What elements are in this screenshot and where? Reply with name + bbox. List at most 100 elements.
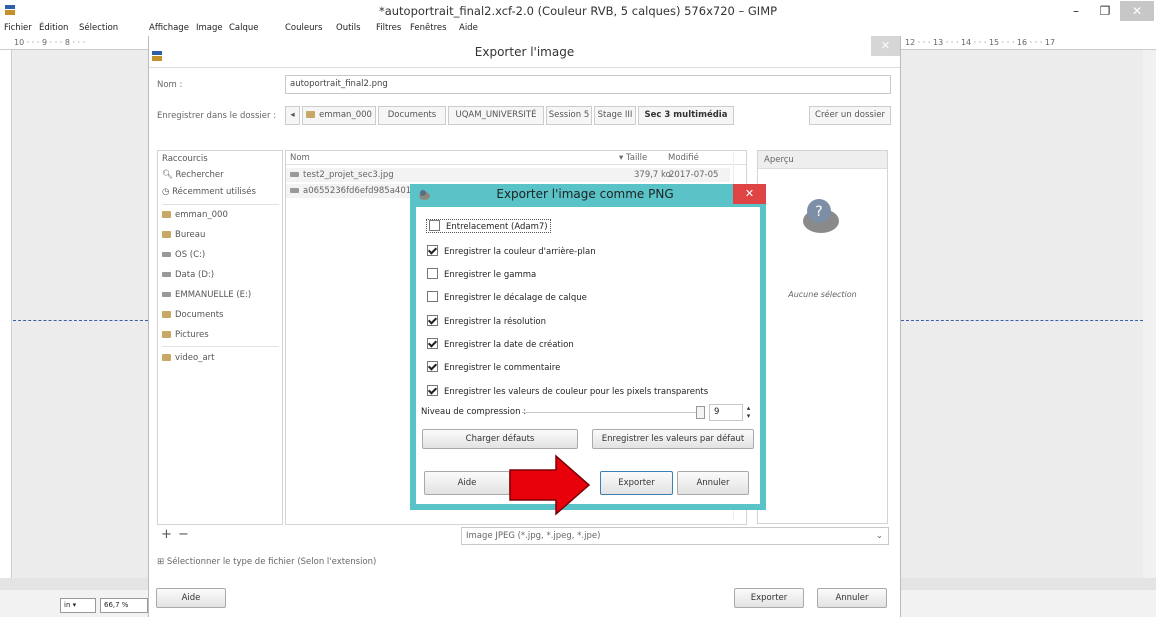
cancel-button[interactable]: Annuler <box>817 588 887 608</box>
place-documents[interactable]: Documents <box>162 310 223 320</box>
statusbar-right <box>901 590 1156 617</box>
option-gamma[interactable]: Enregistrer le gamma <box>427 268 536 280</box>
menu-aide[interactable]: Aide <box>459 23 478 33</box>
places-header: Raccourcis <box>162 154 208 164</box>
place-pictures[interactable]: Pictures <box>162 330 209 340</box>
window-title: *autoportrait_final2.xcf-2.0 (Couleur RV… <box>378 4 778 18</box>
close-button[interactable]: ✕ <box>1120 1 1154 21</box>
red-arrow-icon <box>509 454 591 516</box>
layer-offset-checkbox[interactable] <box>427 291 438 302</box>
option-transparent-pixels[interactable]: Enregistrer les valeurs de couleur pour … <box>427 385 708 397</box>
option-background-color[interactable]: Enregistrer la couleur d'arrière-plan <box>427 245 596 257</box>
load-defaults-button[interactable]: Charger défauts <box>422 429 578 449</box>
compression-slider-track[interactable] <box>522 412 700 413</box>
help-button[interactable]: Aide <box>156 588 226 608</box>
preview-pane: Aperçu ? Aucune sélection <box>757 150 888 524</box>
export-button[interactable]: Exporter <box>734 588 804 608</box>
comment-checkbox[interactable] <box>427 361 438 372</box>
file-row[interactable]: test2_projet_sec3.jpg 379,7 ko 2017-07-0… <box>286 168 730 182</box>
preview-header: Aperçu <box>764 155 794 165</box>
gamma-checkbox[interactable] <box>427 268 438 279</box>
interlace-checkbox[interactable] <box>429 220 440 231</box>
place-recents[interactable]: ◷ Récemment utilisés <box>162 187 256 197</box>
svg-text:?: ? <box>815 204 822 220</box>
preview-empty-text: Aucune sélection <box>788 290 857 299</box>
canvas-area-left[interactable] <box>13 50 148 578</box>
image-file-icon <box>290 172 299 177</box>
menu-couleurs[interactable]: Couleurs <box>285 23 322 33</box>
export-dialog-close-button[interactable]: ✕ <box>871 36 900 56</box>
menu-calque[interactable]: Calque <box>229 23 259 33</box>
column-size[interactable]: ▾ Taille <box>619 153 647 163</box>
place-rechercher[interactable]: 🔍︎ Rechercher <box>162 170 224 180</box>
compression-spinbutton[interactable]: 9 <box>709 404 743 421</box>
select-filetype-expander[interactable]: ⊞ Sélectionner le type de fichier (Selon… <box>157 557 376 567</box>
folder-label: Enregistrer dans le dossier : <box>157 111 277 121</box>
gimp-dialog-icon <box>419 190 430 200</box>
save-defaults-button[interactable]: Enregistrer les valeurs par défaut <box>592 429 754 449</box>
breadcrumb-sec3[interactable]: Sec 3 multimédia <box>638 106 734 125</box>
option-resolution[interactable]: Enregistrer la résolution <box>427 315 546 327</box>
filename-input[interactable]: autoportrait_final2.png <box>285 75 891 94</box>
file-modified: 2017-07-05 <box>669 170 719 180</box>
png-cancel-button[interactable]: Annuler <box>677 471 749 495</box>
png-help-button[interactable]: Aide <box>424 471 510 495</box>
compression-slider-handle[interactable] <box>696 406 705 419</box>
drive-icon <box>162 252 171 257</box>
place-os-c[interactable]: OS (C:) <box>162 250 205 260</box>
option-interlace[interactable]: Entrelacement (Adam7) <box>426 219 551 233</box>
column-modified[interactable]: Modifié <box>668 153 699 163</box>
breadcrumb-session5[interactable]: Session 5 <box>546 106 592 125</box>
window-titlebar: *autoportrait_final2.xcf-2.0 (Couleur RV… <box>0 0 1156 22</box>
vertical-scrollbar[interactable] <box>1143 50 1156 578</box>
breadcrumb-emman[interactable]: emman_000 <box>302 106 376 125</box>
creation-date-checkbox[interactable] <box>427 338 438 349</box>
filetype-select[interactable]: Image JPEG (*.jpg, *.jpeg, *.jpe) ⌄ <box>461 527 889 545</box>
place-emmanuelle-e[interactable]: EMMANUELLE (E:) <box>162 290 251 300</box>
menubar: Fichier Édition Sélection Affichage Imag… <box>0 22 1156 36</box>
option-creation-date[interactable]: Enregistrer la date de création <box>427 338 574 350</box>
add-bookmark-button[interactable]: + <box>161 527 172 542</box>
menu-filtres[interactable]: Filtres <box>376 23 401 33</box>
minimize-button[interactable]: – <box>1062 1 1090 21</box>
breadcrumb-documents[interactable]: Documents <box>378 106 446 125</box>
option-layer-offset[interactable]: Enregistrer le décalage de calque <box>427 291 587 303</box>
place-bureau[interactable]: Bureau <box>162 230 205 240</box>
horizontal-ruler-left: 10 · · · 9 · · · 8 · · · <box>0 36 148 50</box>
name-label: Nom : <box>157 80 183 90</box>
breadcrumb-back-button[interactable]: ◂ <box>285 106 300 125</box>
place-emman[interactable]: emman_000 <box>162 210 228 220</box>
menu-selection[interactable]: Sélection <box>79 23 118 33</box>
menu-affichage[interactable]: Affichage <box>149 23 189 33</box>
menu-fichier[interactable]: Fichier <box>4 23 32 33</box>
remove-bookmark-button[interactable]: − <box>178 527 189 542</box>
maximize-button[interactable]: ❐ <box>1090 1 1120 21</box>
canvas-area-right[interactable] <box>901 50 1156 578</box>
spin-arrows-icon[interactable]: ▴ ▾ <box>745 404 752 421</box>
folder-icon <box>162 231 171 238</box>
menu-edition[interactable]: Édition <box>39 23 68 33</box>
background-color-checkbox[interactable] <box>427 245 438 256</box>
png-export-button[interactable]: Exporter <box>600 471 673 495</box>
menu-outils[interactable]: Outils <box>336 23 361 33</box>
menu-fenetres[interactable]: Fenêtres <box>410 23 447 33</box>
breadcrumb-stage3[interactable]: Stage III <box>594 106 636 125</box>
resolution-checkbox[interactable] <box>427 315 438 326</box>
column-name[interactable]: Nom <box>290 153 310 163</box>
option-comment[interactable]: Enregistrer le commentaire <box>427 361 560 373</box>
file-size: 379,7 ko <box>634 170 671 180</box>
statusbar-left: in ▾ 66,7 % <box>0 590 148 617</box>
horizontal-scrollbar-right[interactable] <box>901 578 1156 590</box>
image-file-icon <box>290 188 299 193</box>
unit-select[interactable]: in ▾ <box>60 598 96 613</box>
breadcrumb-uqam[interactable]: UQAM_UNIVERSITÉ <box>448 106 544 125</box>
transparent-pixels-checkbox[interactable] <box>427 385 438 396</box>
place-data-d[interactable]: Data (D:) <box>162 270 214 280</box>
horizontal-scrollbar-left[interactable] <box>0 578 148 590</box>
menu-image[interactable]: Image <box>196 23 223 33</box>
zoom-select[interactable]: 66,7 % <box>100 598 148 613</box>
export-dialog-titlebar: Exporter l'image ✕ <box>149 36 900 68</box>
create-folder-button[interactable]: Créer un dossier <box>809 106 891 125</box>
png-dialog-close-button[interactable]: ✕ <box>733 184 766 204</box>
place-video-art[interactable]: video_art <box>162 353 215 363</box>
